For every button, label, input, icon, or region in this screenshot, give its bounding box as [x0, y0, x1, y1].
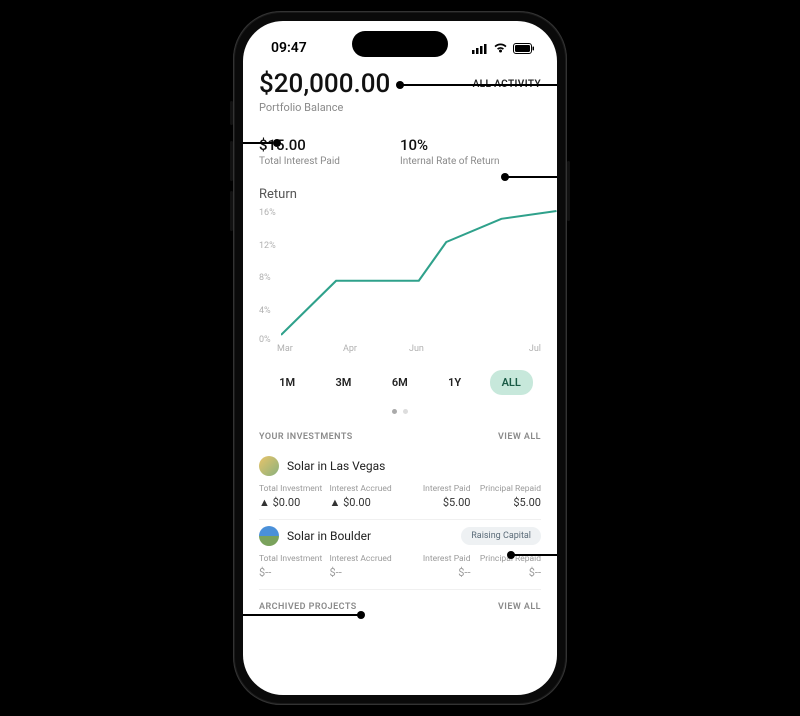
col-label: Interest Accrued [330, 554, 401, 564]
col-label: Total Investment [259, 484, 330, 494]
metric-label: Internal Rate of Return [400, 156, 541, 167]
col-total-investment: Total Investment ▲ $0.00 [259, 484, 330, 509]
annotation-dot [273, 139, 281, 147]
col-label: Interest Accrued [330, 484, 401, 494]
annotation-line [505, 176, 557, 178]
y-tick: 4% [259, 306, 271, 316]
annotation-line [400, 84, 557, 86]
range-button-1m[interactable]: 1M [267, 370, 307, 395]
status-badge: Raising Capital [461, 527, 541, 545]
page-indicator [259, 409, 541, 414]
chart-title: Return [259, 187, 541, 202]
investment-item[interactable]: Solar in Boulder Raising Capital Total Inv… [259, 520, 541, 590]
screen: 09:47 $20,000.00 [243, 21, 557, 695]
annotation-line [511, 554, 557, 556]
col-value: $5.00 [400, 496, 471, 509]
col-value: $-- [471, 566, 542, 579]
x-tick: Mar [277, 344, 343, 354]
investment-head: Solar in Boulder Raising Capital [259, 526, 541, 546]
investment-columns: Total Investment$--Interest Accrued$--In… [259, 554, 541, 579]
col-label: Principal Repaid [471, 484, 542, 494]
col-value: $5.00 [471, 496, 542, 509]
col-interest-accrued: Interest Accrued ▲ $0.00 [330, 484, 401, 509]
status-time: 09:47 [271, 40, 307, 56]
investments-header: YOUR INVESTMENTS VIEW ALL [259, 432, 541, 442]
portfolio-balance-label: Portfolio Balance [259, 101, 541, 114]
range-button-all[interactable]: ALL [490, 370, 533, 395]
annotation-line [243, 142, 273, 144]
section-title: ARCHIVED PROJECTS [259, 602, 357, 612]
investments-list: Solar in Las VegasTotal Investment▲ $0.0… [259, 450, 541, 590]
content: $20,000.00 ALL ACTIVITY Portfolio Balanc… [243, 63, 557, 695]
time-range-selector: 1M 3M 6M 1Y ALL [259, 370, 541, 395]
metrics-row: $15.00 Total Interest Paid 10% Internal … [259, 136, 541, 167]
volume-up-button [230, 141, 233, 181]
x-tick: Jun [409, 344, 475, 354]
annotation-dot [357, 611, 365, 619]
col-label: Total Investment [259, 554, 330, 564]
dynamic-island [352, 31, 448, 57]
view-all-link[interactable]: VIEW ALL [498, 602, 541, 612]
investment-head: Solar in Las Vegas [259, 456, 541, 476]
col-value: $-- [259, 566, 330, 579]
wifi-icon [493, 43, 508, 54]
y-tick: 0% [259, 335, 271, 345]
col-interest-paid: Interest Paid $-- [400, 554, 471, 579]
project-name: Solar in Las Vegas [287, 459, 385, 473]
metric-irr: 10% Internal Rate of Return [400, 136, 541, 167]
col-interest-accrued: Interest Accrued $-- [330, 554, 401, 579]
x-tick: Apr [343, 344, 409, 354]
project-avatar [259, 456, 279, 476]
x-axis-labels: Mar Apr Jun Jul [259, 344, 541, 354]
range-button-3m[interactable]: 3M [324, 370, 364, 395]
y-tick: 8% [259, 273, 271, 283]
chart-line [281, 211, 556, 335]
investment-columns: Total Investment▲ $0.00Interest Accrued▲… [259, 484, 541, 509]
metric-value: 10% [400, 136, 541, 154]
col-label: Interest Paid [400, 554, 471, 564]
power-button [567, 161, 570, 221]
portfolio-balance-amount: $20,000.00 [259, 69, 390, 99]
status-right [472, 43, 535, 54]
col-value: $-- [400, 566, 471, 579]
metric-label: Total Interest Paid [259, 156, 400, 167]
col-value: ▲ $0.00 [330, 496, 401, 509]
archived-header: ARCHIVED PROJECTS VIEW ALL [259, 602, 541, 612]
investment-left: Solar in Las Vegas [259, 456, 385, 476]
investment-left: Solar in Boulder [259, 526, 371, 546]
range-button-6m[interactable]: 6M [380, 370, 420, 395]
chart-svg [281, 208, 557, 338]
y-tick: 12% [259, 241, 276, 251]
pager-dot[interactable] [392, 409, 397, 414]
col-label: Interest Paid [400, 484, 471, 494]
annotation-line [243, 614, 358, 616]
col-value: ▲ $0.00 [259, 496, 330, 509]
return-chart: 16% 12% 8% 4% 0% [259, 208, 541, 338]
investment-item[interactable]: Solar in Las VegasTotal Investment▲ $0.0… [259, 450, 541, 520]
annotation-dot [507, 551, 515, 559]
col-value: $-- [330, 566, 401, 579]
volume-down-button [230, 191, 233, 231]
return-chart-section: Return 16% 12% 8% 4% 0% Mar Apr Jun Jul [259, 187, 541, 354]
pager-dot[interactable] [403, 409, 408, 414]
battery-icon [513, 43, 535, 54]
annotation-dot [501, 173, 509, 181]
col-principal-repaid: Principal Repaid $5.00 [471, 484, 542, 509]
annotation-dot [396, 81, 404, 89]
x-tick: Jul [475, 344, 541, 354]
y-tick: 16% [259, 208, 276, 218]
project-name: Solar in Boulder [287, 529, 371, 543]
phone-frame: 09:47 $20,000.00 [233, 11, 567, 705]
col-total-investment: Total Investment $-- [259, 554, 330, 579]
project-avatar [259, 526, 279, 546]
view-all-link[interactable]: VIEW ALL [498, 432, 541, 442]
range-button-1y[interactable]: 1Y [436, 370, 473, 395]
silence-switch [230, 101, 233, 125]
cellular-icon [472, 43, 488, 54]
section-title: YOUR INVESTMENTS [259, 432, 353, 442]
col-interest-paid: Interest Paid $5.00 [400, 484, 471, 509]
col-principal-repaid: Principal Repaid$-- [471, 554, 542, 579]
